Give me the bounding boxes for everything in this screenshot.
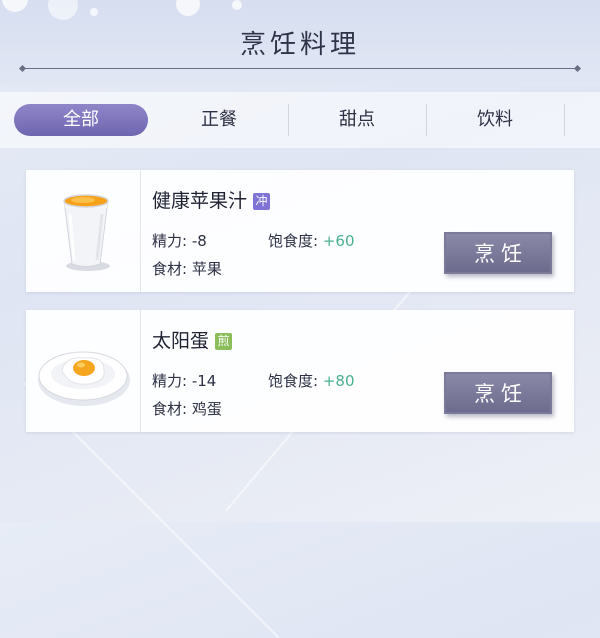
ingredients-value: 鸡蛋: [191, 400, 222, 418]
bubble-decoration: [90, 8, 98, 16]
tab-divider: [426, 104, 427, 136]
recipe-image-frame: [26, 310, 141, 432]
energy-stat: 精力: -14: [152, 370, 216, 391]
cook-button[interactable]: 烹饪: [444, 232, 552, 274]
page-title: 烹饪料理: [239, 30, 360, 60]
bubble-decoration: [176, 0, 200, 16]
tab-divider: [288, 104, 289, 136]
cook-method-badge: 冲: [253, 193, 271, 210]
tab-meals[interactable]: 正餐: [152, 104, 286, 136]
satiety-stat: 饱食度: +60: [268, 230, 355, 251]
cook-button[interactable]: 烹饪: [444, 372, 552, 414]
bubble-decoration: [2, 0, 28, 12]
ingredients-stat: 食材: 鸡蛋: [152, 398, 222, 419]
recipe-card[interactable]: 太阳蛋煎 精力: -14 饱食度: +80 食材: 鸡蛋 烹饪: [26, 310, 574, 432]
bubble-decoration: [232, 0, 242, 10]
recipe-name-text: 太阳蛋: [152, 330, 210, 352]
juice-cup-icon: [63, 194, 110, 271]
satiety-stat: 饱食度: +80: [268, 370, 355, 391]
title-divider: [22, 68, 578, 69]
recipe-card[interactable]: 健康苹果汁冲 精力: -8 饱食度: +60 食材: 苹果 烹饪: [26, 170, 574, 292]
tab-desserts[interactable]: 甜点: [290, 104, 424, 136]
recipe-image-frame: [26, 170, 141, 292]
tab-drinks[interactable]: 饮料: [428, 104, 562, 136]
category-tabs: 全部 正餐 甜点 饮料: [0, 92, 600, 148]
energy-stat: 精力: -8: [152, 230, 207, 251]
ingredients-label: 食材:: [152, 400, 188, 418]
recipe-name: 太阳蛋煎: [152, 326, 233, 353]
tab-all[interactable]: 全部: [14, 104, 148, 136]
energy-value: -8: [191, 232, 207, 250]
energy-value: -14: [191, 372, 217, 390]
recipe-name-text: 健康苹果汁: [152, 190, 248, 212]
ingredients-stat: 食材: 苹果: [152, 258, 222, 279]
energy-label: 精力:: [152, 372, 188, 390]
header: 烹饪料理: [0, 0, 600, 86]
ingredients-value: 苹果: [191, 260, 222, 278]
satiety-value: +60: [322, 232, 355, 250]
satiety-label: 饱食度:: [268, 232, 319, 250]
satiety-label: 饱食度:: [268, 372, 319, 390]
cook-method-badge: 煎: [215, 333, 233, 350]
satiety-value: +80: [322, 372, 355, 390]
ingredients-label: 食材:: [152, 260, 188, 278]
bubble-decoration: [48, 0, 78, 20]
tab-divider: [564, 104, 565, 136]
recipe-name: 健康苹果汁冲: [152, 186, 271, 213]
energy-label: 精力:: [152, 232, 188, 250]
fried-egg-icon: [38, 351, 130, 406]
